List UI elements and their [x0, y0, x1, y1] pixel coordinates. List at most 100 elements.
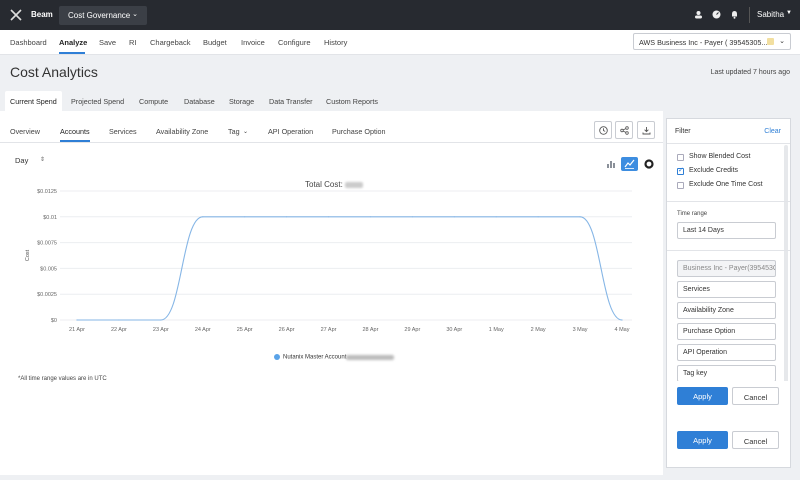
tab-database[interactable]: Database — [184, 91, 215, 111]
data-point — [621, 319, 623, 321]
line-view-toggle[interactable] — [621, 157, 638, 171]
x-logo-icon[interactable] — [10, 9, 22, 21]
api-operation-filter[interactable]: API Operation — [677, 344, 776, 361]
nav-history[interactable]: History — [324, 38, 347, 47]
schedule-button[interactable] — [594, 121, 612, 139]
top-bar: Beam Cost Governance ⌄ Sabitha ▼ — [0, 0, 800, 30]
bar-view-toggle[interactable] — [603, 157, 619, 171]
x-tick-label: 22 Apr — [111, 327, 127, 333]
share-icon — [620, 126, 629, 135]
chart-legend[interactable]: Nutanix Master Account — [274, 354, 395, 361]
x-tick-label: 25 Apr — [237, 327, 253, 333]
tab-data-transfer[interactable]: Data Transfer — [269, 91, 313, 111]
x-tick-label: 26 Apr — [279, 327, 295, 333]
share-button[interactable] — [615, 121, 633, 139]
exclude-one-time-cost-checkbox[interactable]: Exclude One Time Cost — [677, 181, 787, 191]
account-filter-field: Business Inc - Payer(395453C — [677, 260, 776, 277]
data-point — [579, 216, 581, 218]
pie-view-toggle[interactable] — [641, 157, 657, 171]
tab-overview[interactable]: Overview — [10, 127, 40, 136]
user-icon[interactable] — [694, 10, 703, 19]
x-tick-label: 1 May — [489, 327, 504, 333]
user-name[interactable]: Sabitha — [757, 10, 784, 19]
nav-chargeback[interactable]: Chargeback — [150, 38, 190, 47]
tab-projected-spend[interactable]: Projected Spend — [71, 91, 124, 111]
tab-compute[interactable]: Compute — [139, 91, 168, 111]
show-blended-cost-checkbox[interactable]: Show Blended Cost — [677, 153, 787, 163]
content-panel: Overview Accounts Services Availability … — [0, 111, 663, 475]
legend-label: Nutanix Master Account — [283, 354, 347, 361]
cancel-button[interactable]: Cancel — [732, 431, 779, 449]
time-range-select[interactable]: Last 14 Days — [677, 222, 776, 239]
download-icon — [642, 127, 651, 135]
services-filter[interactable]: Services — [677, 281, 776, 298]
data-point — [118, 319, 120, 321]
data-point — [453, 216, 455, 218]
bar-chart-icon — [607, 161, 615, 168]
tab-availability-zone[interactable]: Availability Zone — [156, 127, 208, 136]
brand-name[interactable]: Beam — [31, 10, 53, 19]
account-selector[interactable]: AWS Business Inc - Payer ( 39545305... ⌄ — [633, 33, 791, 50]
nav-save[interactable]: Save — [99, 38, 116, 47]
nav-configure[interactable]: Configure — [278, 38, 311, 47]
exclude-credits-checkbox[interactable]: Exclude Credits — [677, 166, 787, 177]
redacted-account-id — [346, 354, 395, 360]
tab-custom-reports[interactable]: Custom Reports — [326, 91, 378, 111]
x-tick-label: 21 Apr — [69, 327, 85, 333]
x-tick-label: 27 Apr — [321, 327, 337, 333]
tab-tag[interactable]: Tag — [228, 127, 240, 136]
nav-budget[interactable]: Budget — [203, 38, 227, 47]
tab-services[interactable]: Services — [109, 127, 137, 136]
active-nav-indicator — [59, 52, 85, 54]
filter-actions-overlay: Apply Cancel — [667, 381, 790, 411]
filter-header: Filter Clear — [667, 119, 790, 144]
tab-storage[interactable]: Storage — [229, 91, 254, 111]
checkbox-box[interactable] — [677, 154, 684, 161]
tab-purchase-option[interactable]: Purchase Option — [332, 127, 386, 136]
bell-icon[interactable] — [730, 10, 739, 19]
download-button[interactable] — [637, 121, 655, 139]
checkbox-box[interactable] — [677, 182, 684, 189]
line-chart-icon — [624, 159, 635, 169]
nav-analyze[interactable]: Analyze — [59, 38, 87, 47]
data-point — [537, 216, 539, 218]
cost-line-chart[interactable]: $0 $0.0025 $0.005 $0.0075 $0.01 $0.0125 Cost 21… — [0, 183, 663, 343]
availability-zone-filter[interactable]: Availability Zone — [677, 302, 776, 319]
clear-filters-link[interactable]: Clear — [764, 128, 781, 135]
page-title: Cost Analytics — [10, 64, 98, 80]
apply-button[interactable]: Apply — [677, 387, 728, 405]
apply-button[interactable]: Apply — [677, 431, 728, 449]
nav-invoice[interactable]: Invoice — [241, 38, 265, 47]
checkbox-label: Exclude One Time Cost — [689, 181, 763, 188]
purchase-option-filter[interactable]: Purchase Option — [677, 323, 776, 340]
legend-swatch — [274, 354, 280, 360]
data-point — [411, 216, 413, 218]
x-tick-label: 3 May — [573, 327, 588, 333]
dashboard-gauge-icon[interactable] — [712, 10, 721, 19]
divider — [667, 250, 790, 251]
x-tick-label: 4 May — [615, 327, 630, 333]
module-selector[interactable]: Cost Governance ⌄ — [59, 6, 147, 25]
tab-current-spend[interactable]: Current Spend — [5, 91, 62, 111]
chevron-down-icon[interactable]: ⌄ — [243, 128, 248, 135]
divider — [667, 201, 790, 202]
cancel-button[interactable]: Cancel — [732, 387, 779, 405]
granularity-select[interactable]: Day — [15, 156, 28, 165]
nav-ri[interactable]: RI — [129, 38, 137, 47]
data-point — [76, 319, 78, 321]
tab-api-operation[interactable]: API Operation — [268, 127, 313, 136]
chevron-down-icon[interactable]: ▼ — [786, 10, 792, 16]
x-tick-label: 2 May — [531, 327, 546, 333]
data-point — [202, 216, 204, 218]
chevron-down-icon: ⌄ — [779, 38, 785, 45]
nav-dashboard[interactable]: Dashboard — [10, 38, 47, 47]
x-tick-label: 30 Apr — [446, 327, 462, 333]
x-tick-label: 28 Apr — [363, 327, 379, 333]
checkbox-box[interactable] — [677, 166, 684, 175]
x-tick-label: 24 Apr — [195, 327, 211, 333]
chevron-updown-icon[interactable]: ⇕ — [40, 156, 45, 163]
donut-chart-icon — [644, 159, 654, 169]
tab-accounts[interactable]: Accounts — [60, 127, 90, 136]
tag-key-filter[interactable]: Tag key — [677, 365, 776, 382]
filter-panel: Filter Clear Show Blended Cost Exclude C… — [666, 118, 791, 468]
